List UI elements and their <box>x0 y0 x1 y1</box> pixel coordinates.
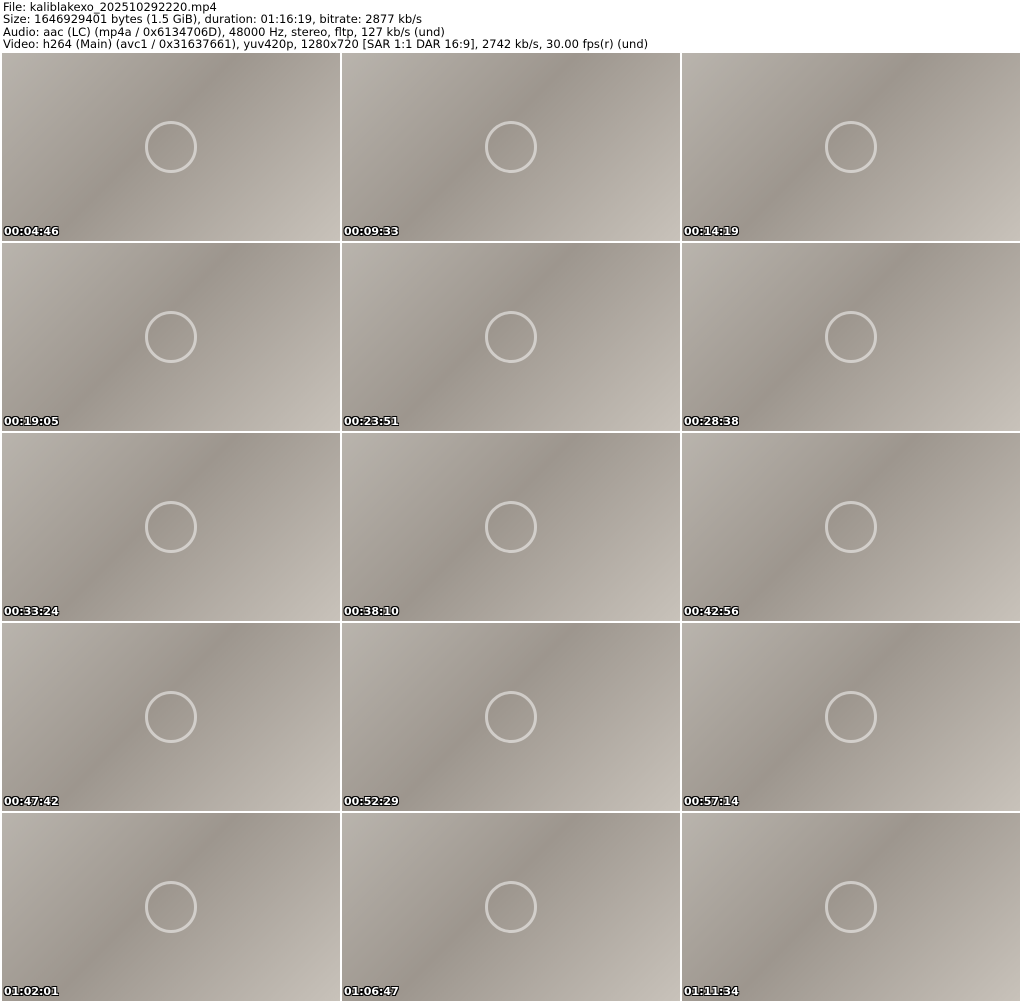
video-thumbnail: 00:09:33 <box>342 53 680 241</box>
frame-placeholder-icon <box>2 53 340 241</box>
frame-placeholder-icon <box>682 623 1020 811</box>
frame-placeholder-icon <box>682 243 1020 431</box>
thumbnail-timestamp: 00:33:24 <box>4 605 59 618</box>
video-info-line: Video: h264 (Main) (avc1 / 0x31637661), … <box>3 36 649 51</box>
frame-placeholder-icon <box>342 813 680 1001</box>
thumbnail-timestamp: 01:11:34 <box>684 985 739 998</box>
thumbnail-timestamp: 00:28:38 <box>684 415 739 428</box>
video-thumbnail: 00:33:24 <box>2 433 340 621</box>
video-thumbnail: 00:42:56 <box>682 433 1020 621</box>
video-thumbnail: 00:19:05 <box>2 243 340 431</box>
thumbnail-grid: 00:04:46 00:09:33 00:14:19 00:19:05 00:23:51… <box>2 53 1020 1001</box>
thumbnail-timestamp: 00:38:10 <box>344 605 399 618</box>
video-thumbnail: 00:47:42 <box>2 623 340 811</box>
frame-placeholder-icon <box>2 623 340 811</box>
thumbnail-timestamp: 00:09:33 <box>344 225 399 238</box>
frame-placeholder-icon <box>2 433 340 621</box>
frame-placeholder-icon <box>342 623 680 811</box>
frame-placeholder-icon <box>342 243 680 431</box>
thumbnail-timestamp: 00:23:51 <box>344 415 399 428</box>
video-thumbnail: 00:04:46 <box>2 53 340 241</box>
frame-placeholder-icon <box>682 433 1020 621</box>
thumbnail-timestamp: 00:42:56 <box>684 605 739 618</box>
video-thumbnail: 00:28:38 <box>682 243 1020 431</box>
video-thumbnail: 00:57:14 <box>682 623 1020 811</box>
thumbnail-timestamp: 00:04:46 <box>4 225 59 238</box>
file-info-header: File: kaliblakexo_202510292220.mp4 Size:… <box>3 1 648 50</box>
video-thumbnail: 01:06:47 <box>342 813 680 1001</box>
frame-placeholder-icon <box>2 243 340 431</box>
video-thumbnail: 01:11:34 <box>682 813 1020 1001</box>
file-size-line: Size: 1646929401 bytes (1.5 GiB), durati… <box>3 12 423 27</box>
video-thumbnail: 00:38:10 <box>342 433 680 621</box>
thumbnail-timestamp: 00:19:05 <box>4 415 59 428</box>
frame-placeholder-icon <box>342 433 680 621</box>
thumbnail-timestamp: 00:14:19 <box>684 225 739 238</box>
thumbnail-timestamp: 00:47:42 <box>4 795 59 808</box>
frame-placeholder-icon <box>682 53 1020 241</box>
thumbnail-timestamp: 01:06:47 <box>344 985 399 998</box>
thumbnail-timestamp: 01:02:01 <box>4 985 59 998</box>
video-thumbnail: 00:14:19 <box>682 53 1020 241</box>
frame-placeholder-icon <box>682 813 1020 1001</box>
thumbnail-timestamp: 00:52:29 <box>344 795 399 808</box>
video-thumbnail: 01:02:01 <box>2 813 340 1001</box>
frame-placeholder-icon <box>2 813 340 1001</box>
video-thumbnail: 00:23:51 <box>342 243 680 431</box>
video-thumbnail: 00:52:29 <box>342 623 680 811</box>
thumbnail-timestamp: 00:57:14 <box>684 795 739 808</box>
frame-placeholder-icon <box>342 53 680 241</box>
